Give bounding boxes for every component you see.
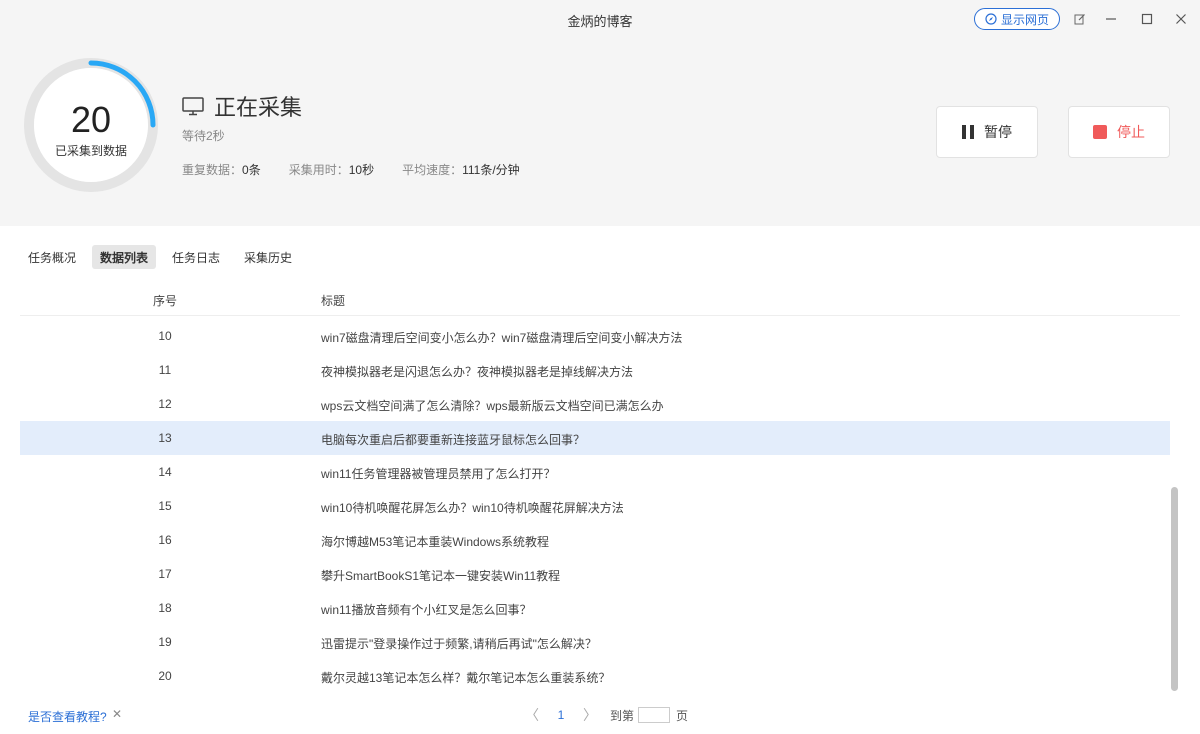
edit-icon — [1074, 14, 1085, 25]
row-title: 戴尔灵越13笔记本怎么样？戴尔笔记本怎么重装系统？ — [321, 671, 611, 685]
table-row[interactable]: 18 win11播放音频有个小红叉是怎么回事？ — [20, 591, 1170, 625]
table-row[interactable]: 13 电脑每次重启后都要重新连接蓝牙鼠标怎么回事？ — [20, 421, 1170, 455]
page-number[interactable]: 1 — [544, 708, 578, 722]
row-number: 19 — [158, 635, 172, 649]
monitor-icon — [182, 97, 204, 116]
row-title: 电脑每次重启后都要重新连接蓝牙鼠标怎么回事？ — [321, 433, 586, 447]
table-row[interactable]: 10 win7磁盘清理后空间变小怎么办？win7磁盘清理后空间变小解决方法 — [20, 319, 1170, 353]
wait-text: 等待2秒 — [182, 129, 225, 143]
table-row[interactable]: 12 wps云文档空间满了怎么清除？wps最新版云文档空间已满怎么办 — [20, 387, 1170, 421]
pause-icon — [962, 125, 974, 139]
collected-label: 已采集到数据 — [54, 144, 127, 158]
table-header: 序号 标题 — [20, 282, 1180, 316]
stats-row: 重复数据：0条 采集用时：10秒 平均速度：111条/分钟 — [182, 161, 520, 178]
show-web-label: 显示网页 — [1000, 12, 1049, 27]
goto-page-input[interactable] — [638, 707, 671, 723]
edit-button[interactable] — [1069, 8, 1091, 30]
table-row[interactable]: 11 夜神模拟器老是闪退怎么办？夜神模拟器老是掉线解决方法 — [20, 353, 1170, 387]
tab-overview[interactable]: 任务概况 — [20, 245, 84, 269]
close-button[interactable] — [1170, 8, 1192, 30]
next-page-icon[interactable]: 〉 — [578, 705, 602, 725]
row-title: wps云文档空间满了怎么清除？wps最新版云文档空间已满怎么办 — [321, 399, 664, 413]
row-number: 12 — [158, 397, 172, 411]
stat-speed: 平均速度：111条/分钟 — [402, 163, 520, 177]
row-title: win7磁盘清理后空间变小怎么办？win7磁盘清理后空间变小解决方法 — [321, 331, 683, 345]
row-title: win11任务管理器被管理员禁用了怎么打开？ — [321, 467, 556, 481]
pause-button[interactable]: 暂停 — [936, 106, 1038, 158]
page-suffix: 页 — [676, 708, 689, 723]
row-number: 17 — [158, 567, 172, 581]
collected-count: 20 — [70, 99, 112, 140]
maximize-button[interactable] — [1136, 8, 1158, 30]
status-text: 正在采集 — [214, 95, 303, 120]
goto-label: 到第 — [610, 708, 635, 723]
stat-elapsed: 采集用时：10秒 — [288, 163, 375, 177]
stop-icon — [1093, 125, 1107, 139]
data-table-body: 10 win7磁盘清理后空间变小怎么办？win7磁盘清理后空间变小解决方法 11 夜… — [20, 319, 1170, 693]
row-title: win11播放音频有个小红叉是怎么回事？ — [321, 603, 532, 617]
stop-button[interactable]: 停止 — [1068, 106, 1170, 158]
table-row[interactable]: 17 攀升SmartBookS1笔记本一键安装Win11教程 — [20, 557, 1170, 591]
tab-history[interactable]: 采集历史 — [236, 245, 300, 269]
table-row[interactable]: 15 win10待机唤醒花屏怎么办？win10待机唤醒花屏解决方法 — [20, 489, 1170, 523]
minimize-button[interactable] — [1100, 8, 1122, 30]
row-number: 14 — [158, 465, 172, 479]
row-number: 13 — [158, 431, 172, 445]
maximize-icon — [1141, 13, 1153, 25]
prev-page-icon[interactable]: 〈 — [520, 705, 544, 725]
table-row[interactable]: 19 迅雷提示"登录操作过于频繁,请稍后再试"怎么解决？ — [20, 625, 1170, 659]
row-number: 10 — [158, 329, 172, 343]
close-icon[interactable]: ✕ — [112, 707, 122, 721]
stop-label: 停止 — [1117, 124, 1145, 140]
row-number: 18 — [158, 601, 172, 615]
row-number: 15 — [158, 499, 172, 513]
tab-bar: 任务概况 数据列表 任务日志 采集历史 — [20, 245, 300, 269]
row-title: 海尔博越M53笔记本重装Windows系统教程 — [321, 535, 550, 549]
show-web-button[interactable]: 显示网页 — [974, 8, 1060, 30]
tutorial-link[interactable]: 是否查看教程? — [28, 708, 107, 725]
status-heading: 正在采集 — [182, 90, 302, 122]
row-title: 迅雷提示"登录操作过于频繁,请稍后再试"怎么解决？ — [321, 637, 597, 651]
table-row[interactable]: 20 戴尔灵越13笔记本怎么样？戴尔笔记本怎么重装系统？ — [20, 659, 1170, 693]
pagination: 〈 1 〉 到第 页 — [520, 705, 688, 725]
table-row[interactable]: 16 海尔博越M53笔记本重装Windows系统教程 — [20, 523, 1170, 557]
minimize-icon — [1106, 18, 1116, 20]
stat-duplicates: 重复数据：0条 — [182, 163, 261, 177]
compass-icon — [985, 13, 997, 25]
tab-data-list[interactable]: 数据列表 — [92, 245, 157, 269]
tab-task-log[interactable]: 任务日志 — [164, 245, 228, 269]
row-title: win10待机唤醒花屏怎么办？win10待机唤醒花屏解决方法 — [321, 501, 624, 515]
row-number: 20 — [158, 669, 172, 683]
row-title: 夜神模拟器老是闪退怎么办？夜神模拟器老是掉线解决方法 — [321, 365, 634, 379]
row-number: 16 — [158, 533, 172, 547]
close-icon — [1176, 14, 1186, 24]
pause-label: 暂停 — [984, 124, 1012, 140]
table-row[interactable]: 14 win11任务管理器被管理员禁用了怎么打开？ — [20, 455, 1170, 489]
column-header-no: 序号 — [152, 294, 177, 308]
row-title: 攀升SmartBookS1笔记本一键安装Win11教程 — [321, 569, 561, 583]
column-header-title: 标题 — [321, 294, 346, 308]
row-number: 11 — [158, 363, 172, 377]
vertical-scrollbar[interactable] — [1171, 487, 1178, 691]
